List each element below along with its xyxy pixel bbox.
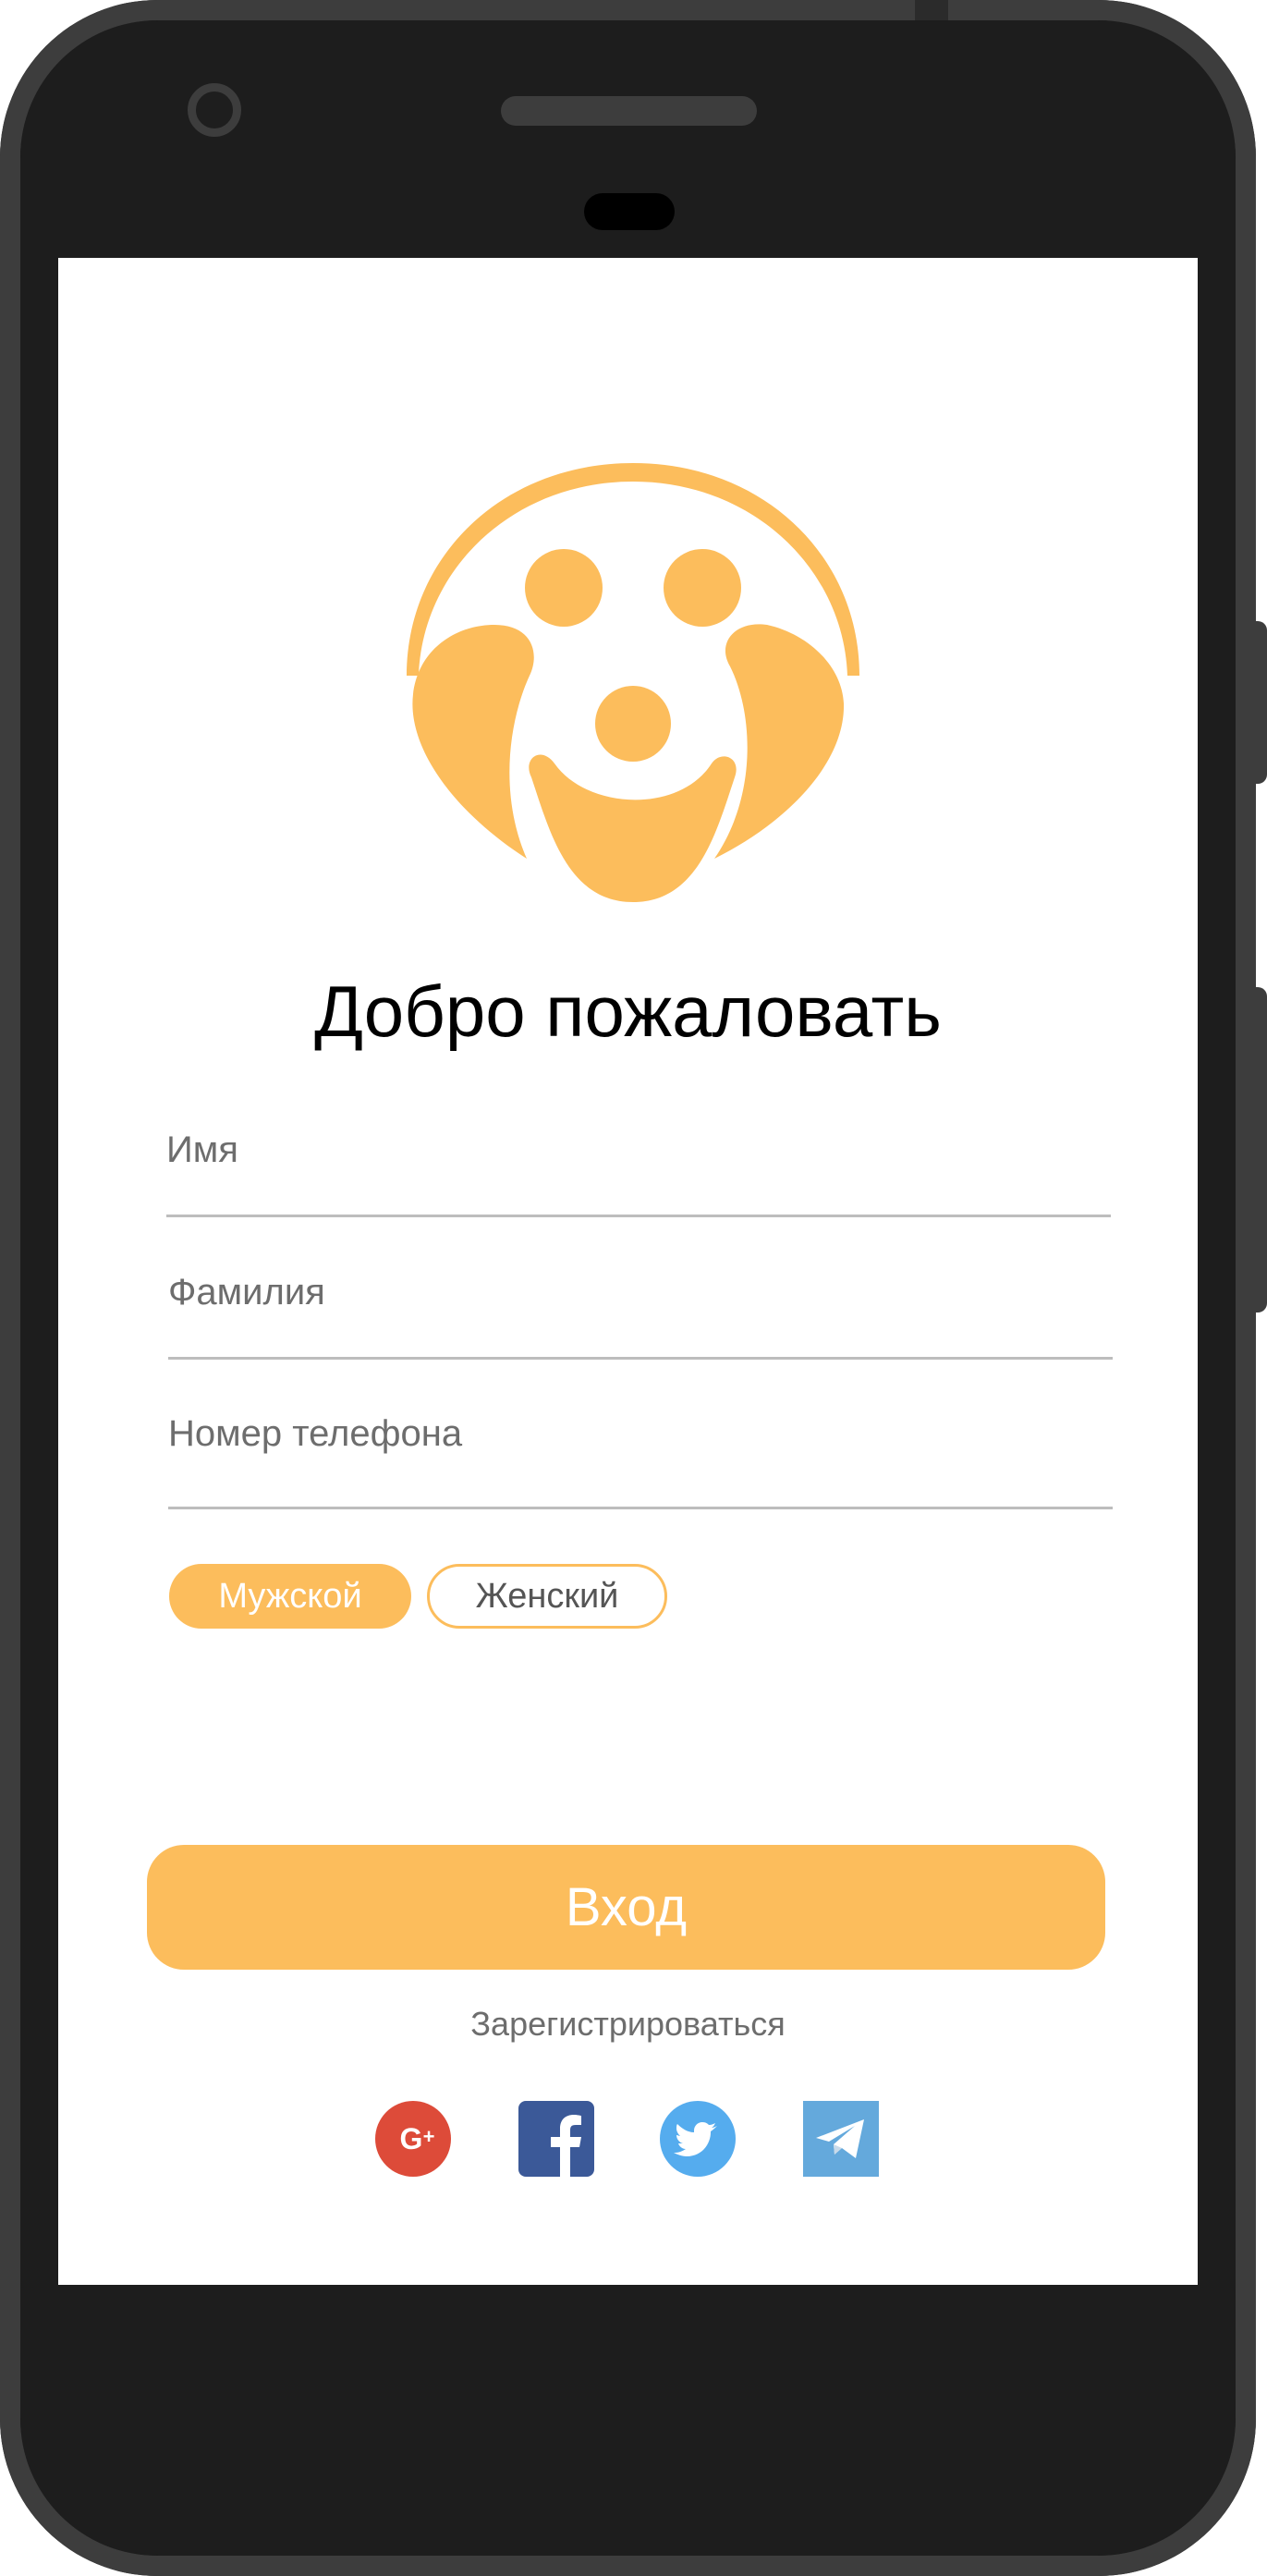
front-camera bbox=[188, 83, 241, 137]
svg-text:G: G bbox=[400, 2122, 423, 2155]
phone-frame: Добро пожаловать Мужской Женский Вход За… bbox=[0, 0, 1256, 2576]
gender-female-chip[interactable]: Женский bbox=[427, 1564, 667, 1629]
login-button[interactable]: Вход bbox=[147, 1845, 1105, 1970]
register-link[interactable]: Зарегистрироваться bbox=[58, 2005, 1198, 2044]
power-button bbox=[1254, 987, 1267, 1312]
first-name-input[interactable] bbox=[166, 1122, 1111, 1178]
first-name-field[interactable] bbox=[166, 1122, 1111, 1217]
gender-male-chip[interactable]: Мужской bbox=[169, 1564, 411, 1629]
phone-antenna-line bbox=[915, 0, 948, 20]
last-name-input[interactable] bbox=[168, 1264, 1113, 1320]
phone-input[interactable] bbox=[168, 1406, 1113, 1461]
svg-text:+: + bbox=[423, 2125, 435, 2148]
facebook-icon[interactable] bbox=[518, 2101, 594, 2177]
app-screen: Добро пожаловать Мужской Женский Вход За… bbox=[58, 258, 1198, 2285]
google-plus-icon[interactable]: G + bbox=[375, 2101, 451, 2177]
proximity-sensor bbox=[584, 193, 675, 230]
welcome-title: Добро пожаловать bbox=[314, 971, 942, 1052]
earpiece-speaker bbox=[501, 96, 757, 126]
twitter-icon[interactable] bbox=[660, 2101, 736, 2177]
smiling-face-logo bbox=[407, 463, 859, 902]
volume-button bbox=[1254, 621, 1267, 784]
phone-field[interactable] bbox=[168, 1406, 1113, 1509]
telegram-icon[interactable] bbox=[803, 2101, 879, 2177]
last-name-field[interactable] bbox=[168, 1264, 1113, 1360]
